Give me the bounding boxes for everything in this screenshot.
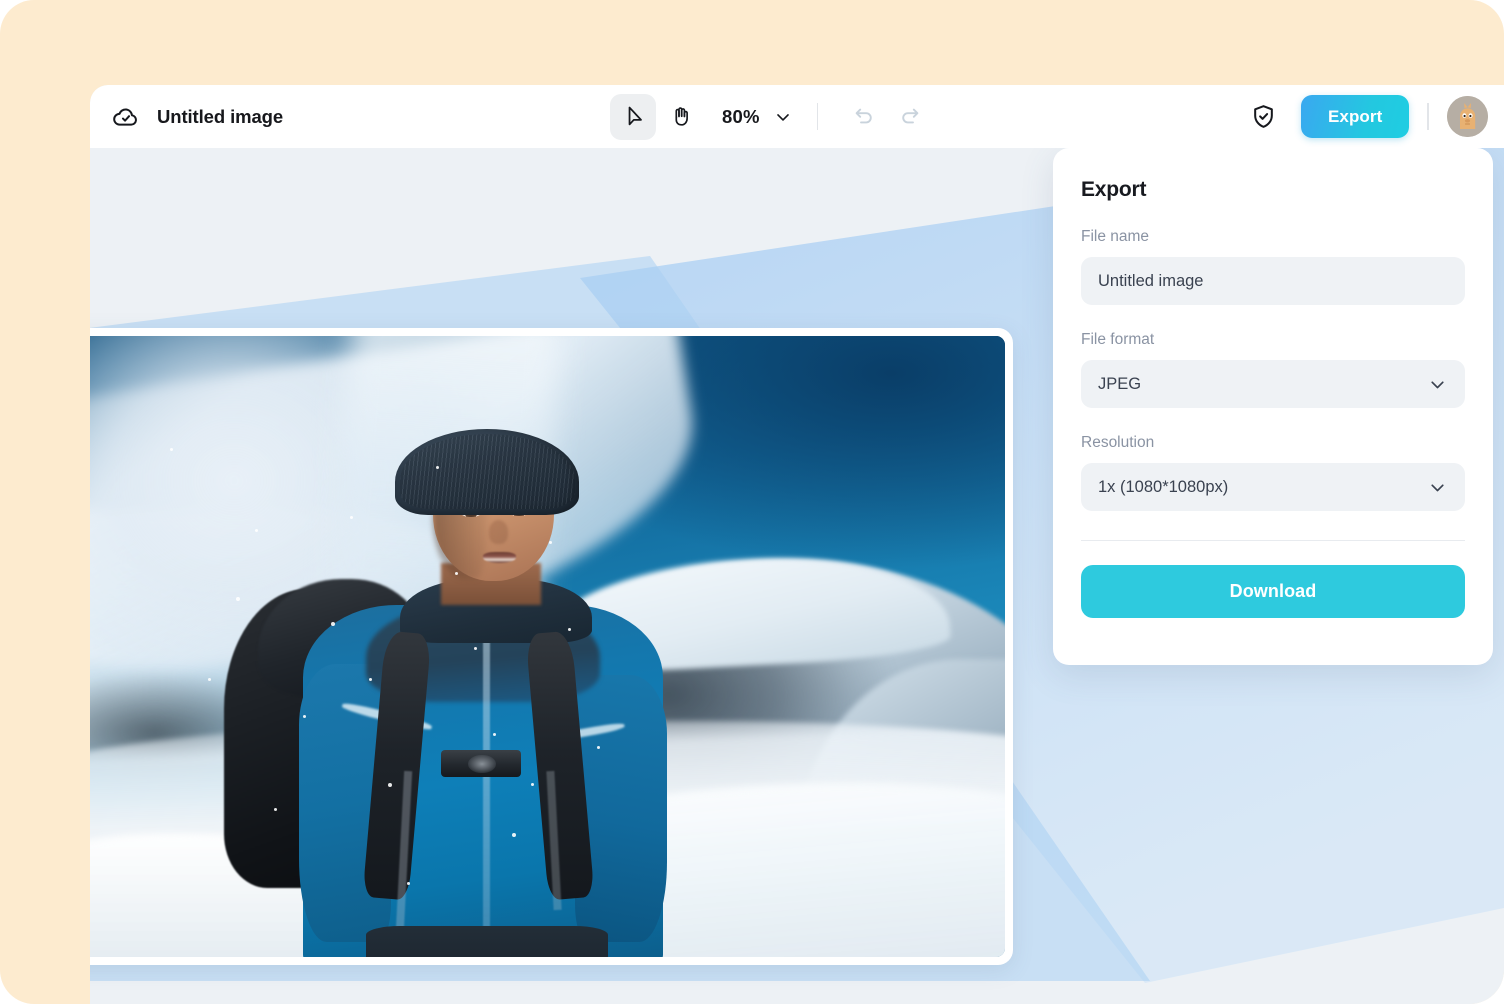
document-title: Untitled image [157,105,284,127]
undo-button[interactable] [842,95,886,139]
chevron-down-icon [1427,374,1448,395]
shield-check-button[interactable] [1241,94,1287,140]
cloud-check-icon [112,103,140,131]
file-format-label: File format [1081,331,1155,348]
undo-arrow-icon [852,105,876,129]
redo-button[interactable] [888,95,932,139]
export-button[interactable]: Export [1300,95,1410,138]
shield-check-icon [1250,103,1277,130]
image-canvas-card[interactable] [90,328,1013,965]
export-panel: Export File name Untitled image File for… [1053,148,1493,665]
chevron-down-icon [773,107,793,127]
redo-arrow-icon [898,105,922,129]
resolution-select[interactable]: 1x (1080*1080px) [1081,463,1465,511]
download-button[interactable]: Download [1081,565,1465,618]
cursor-arrow-icon [621,104,646,129]
hand-tool[interactable] [658,94,704,140]
app-window: Untitled image 80% Export Export File na… [90,85,1504,1004]
resolution-value: 1x (1080*1080px) [1098,477,1229,496]
resolution-label: Resolution [1081,434,1155,451]
user-avatar[interactable] [1447,96,1488,137]
snow-hiker-photo [90,336,1005,957]
file-name-value: Untitled image [1098,271,1204,290]
page-backdrop: Untitled image 80% Export Export File na… [0,0,1504,1004]
hand-icon [669,104,694,129]
zoom-level-label: 80% [722,105,760,127]
header-right-group: Export [1241,94,1504,140]
app-header: Untitled image 80% Export [90,85,1504,148]
export-panel-title: Export [1081,178,1147,201]
cursor-tool[interactable] [610,93,656,140]
hiker-figure [224,429,692,957]
file-name-input[interactable]: Untitled image [1081,257,1465,305]
panel-divider [1081,540,1465,541]
zoom-control[interactable]: 80% [722,106,793,128]
header-divider-right [1427,103,1429,130]
file-format-value: JPEG [1098,374,1142,393]
header-divider [816,103,819,130]
editor-canvas[interactable]: Export File name Untitled image File for… [90,148,1504,1004]
file-format-select[interactable]: JPEG [1081,360,1465,408]
chevron-down-icon [1427,477,1448,498]
header-left-group: Untitled image [90,103,510,131]
header-tools-group: 80% [610,93,1241,140]
file-name-label: File name [1081,228,1150,245]
